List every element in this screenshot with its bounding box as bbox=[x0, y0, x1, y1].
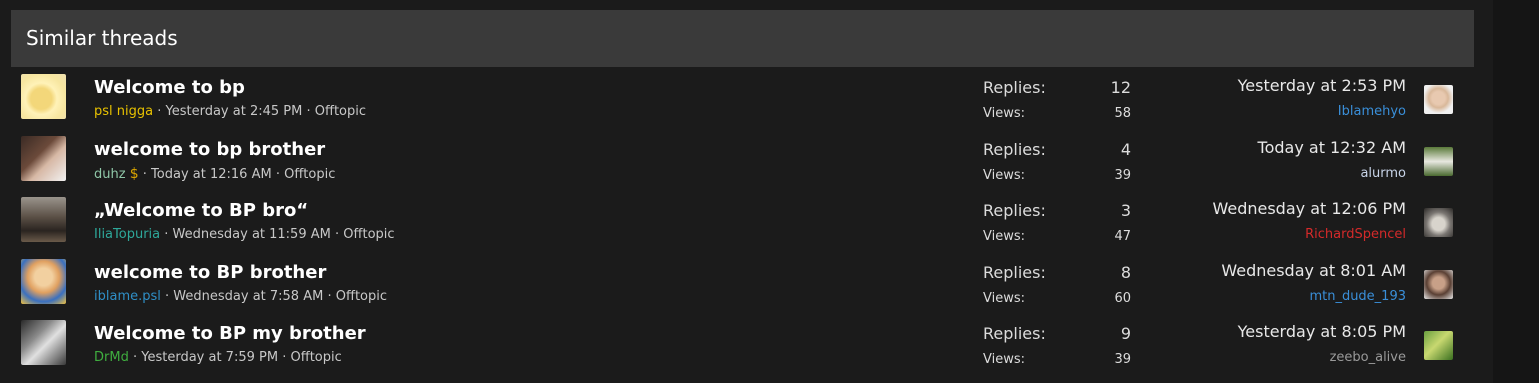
author-avatar[interactable] bbox=[21, 74, 66, 119]
meta-separator: · bbox=[165, 288, 170, 304]
replies-count: 3 bbox=[1120, 201, 1131, 220]
replies-label: Replies: bbox=[983, 78, 1046, 97]
last-poster-avatar[interactable] bbox=[1424, 146, 1453, 176]
thread-row: welcome to bp brother duhz $ · Today at … bbox=[11, 129, 1474, 191]
author-avatar[interactable] bbox=[21, 320, 66, 365]
views-label: Views: bbox=[983, 352, 1026, 367]
replies-label: Replies: bbox=[983, 324, 1046, 343]
meta-separator: · bbox=[282, 350, 287, 365]
replies-count: 9 bbox=[1120, 324, 1131, 343]
replies-label: Replies: bbox=[983, 262, 1046, 282]
replies-count: 12 bbox=[1110, 78, 1131, 97]
last-post-date-link[interactable]: Today at 12:32 AM bbox=[1258, 138, 1406, 157]
page-gutter bbox=[1493, 0, 1539, 383]
thread-meta: psl nigga · Yesterday at 2:45 PM · Offto… bbox=[94, 104, 366, 119]
last-poster-link[interactable]: zeebo_alive bbox=[1330, 350, 1406, 365]
thread-list: Welcome to bp psl nigga · Yesterday at 2… bbox=[11, 67, 1474, 375]
thread-title-link[interactable]: Welcome to BP my brother bbox=[94, 323, 366, 344]
meta-separator: · bbox=[132, 350, 138, 365]
thread-row: Welcome to bp psl nigga · Yesterday at 2… bbox=[11, 67, 1474, 129]
meta-separator: · bbox=[142, 166, 147, 182]
thread-author-link[interactable]: psl nigga bbox=[94, 104, 153, 119]
meta-separator: · bbox=[335, 227, 340, 242]
thread-title-link[interactable]: „Welcome to BP bro“ bbox=[94, 200, 308, 221]
thread-posted-date[interactable]: Yesterday at 7:59 PM bbox=[141, 350, 278, 365]
thread-author-link[interactable]: duhz bbox=[94, 167, 126, 182]
thread-meta: duhz $ · Today at 12:16 AM · Offtopic bbox=[94, 166, 335, 182]
thread-row: „Welcome to BP bro“ IliaTopuria · Wednes… bbox=[11, 190, 1474, 252]
last-poster-link[interactable]: Iblamehyo bbox=[1338, 104, 1406, 119]
views-label: Views: bbox=[983, 229, 1026, 244]
thread-author-link[interactable]: iblame.psl bbox=[94, 289, 161, 304]
last-poster-avatar[interactable] bbox=[1424, 331, 1453, 360]
last-poster-link[interactable]: alurmo bbox=[1360, 166, 1406, 181]
thread-forum-link[interactable]: Offtopic bbox=[336, 289, 387, 304]
last-poster-avatar[interactable] bbox=[1424, 208, 1453, 237]
meta-separator: · bbox=[306, 104, 311, 119]
thread-author-link[interactable]: IliaTopuria bbox=[94, 227, 160, 242]
meta-separator: · bbox=[327, 288, 332, 304]
replies-label: Replies: bbox=[983, 201, 1046, 220]
author-avatar[interactable] bbox=[21, 258, 66, 304]
thread-row: welcome to BP brother iblame.psl · Wedne… bbox=[11, 252, 1474, 314]
thread-meta: IliaTopuria · Wednesday at 11:59 AM · Of… bbox=[94, 227, 395, 242]
thread-title-link[interactable]: welcome to BP brother bbox=[94, 262, 326, 283]
views-count: 58 bbox=[1114, 106, 1131, 121]
thread-posted-date[interactable]: Wednesday at 11:59 AM bbox=[173, 227, 331, 242]
author-avatar[interactable] bbox=[21, 135, 66, 181]
similar-threads-block: Similar threads Welcome to bp psl nigga … bbox=[11, 10, 1474, 375]
replies-label: Replies: bbox=[983, 139, 1046, 159]
replies-count: 8 bbox=[1120, 262, 1131, 282]
last-poster-avatar[interactable] bbox=[1424, 85, 1453, 114]
dollar-badge-icon: $ bbox=[129, 165, 139, 182]
views-label: Views: bbox=[983, 167, 1026, 183]
thread-meta: DrMd · Yesterday at 7:59 PM · Offtopic bbox=[94, 350, 342, 365]
views-label: Views: bbox=[983, 290, 1026, 306]
author-avatar[interactable] bbox=[21, 197, 66, 242]
views-count: 47 bbox=[1114, 229, 1131, 244]
thread-title-link[interactable]: Welcome to bp bbox=[94, 77, 245, 98]
last-poster-avatar[interactable] bbox=[1424, 269, 1453, 299]
last-post-date-link[interactable]: Wednesday at 12:06 PM bbox=[1212, 199, 1406, 218]
views-count: 60 bbox=[1114, 290, 1131, 306]
thread-forum-link[interactable]: Offtopic bbox=[291, 350, 342, 365]
thread-row: Welcome to BP my brother DrMd · Yesterda… bbox=[11, 313, 1474, 375]
thread-forum-link[interactable]: Offtopic bbox=[343, 227, 394, 242]
views-count: 39 bbox=[1114, 167, 1131, 183]
last-post-date-link[interactable]: Wednesday at 8:01 AM bbox=[1221, 261, 1406, 280]
thread-posted-date[interactable]: Wednesday at 7:58 AM bbox=[173, 289, 323, 304]
thread-author-link[interactable]: DrMd bbox=[94, 350, 129, 365]
thread-meta: iblame.psl · Wednesday at 7:58 AM · Offt… bbox=[94, 289, 387, 304]
thread-posted-date[interactable]: Yesterday at 2:45 PM bbox=[166, 104, 303, 119]
last-poster-link[interactable]: RichardSpencel bbox=[1305, 227, 1406, 242]
thread-title-link[interactable]: welcome to bp brother bbox=[94, 139, 325, 160]
replies-count: 4 bbox=[1120, 139, 1131, 159]
thread-forum-link[interactable]: Offtopic bbox=[315, 104, 366, 119]
meta-separator: · bbox=[275, 166, 280, 182]
last-poster-link[interactable]: mtn_dude_193 bbox=[1309, 289, 1406, 304]
meta-separator: · bbox=[157, 104, 162, 119]
thread-posted-date[interactable]: Today at 12:16 AM bbox=[151, 167, 272, 182]
views-label: Views: bbox=[983, 106, 1026, 121]
views-count: 39 bbox=[1114, 352, 1131, 367]
meta-separator: · bbox=[164, 227, 169, 242]
last-post-date-link[interactable]: Yesterday at 2:53 PM bbox=[1238, 76, 1406, 95]
last-post-date-link[interactable]: Yesterday at 8:05 PM bbox=[1238, 322, 1406, 341]
block-header-title: Similar threads bbox=[11, 10, 1474, 67]
thread-forum-link[interactable]: Offtopic bbox=[284, 167, 335, 182]
